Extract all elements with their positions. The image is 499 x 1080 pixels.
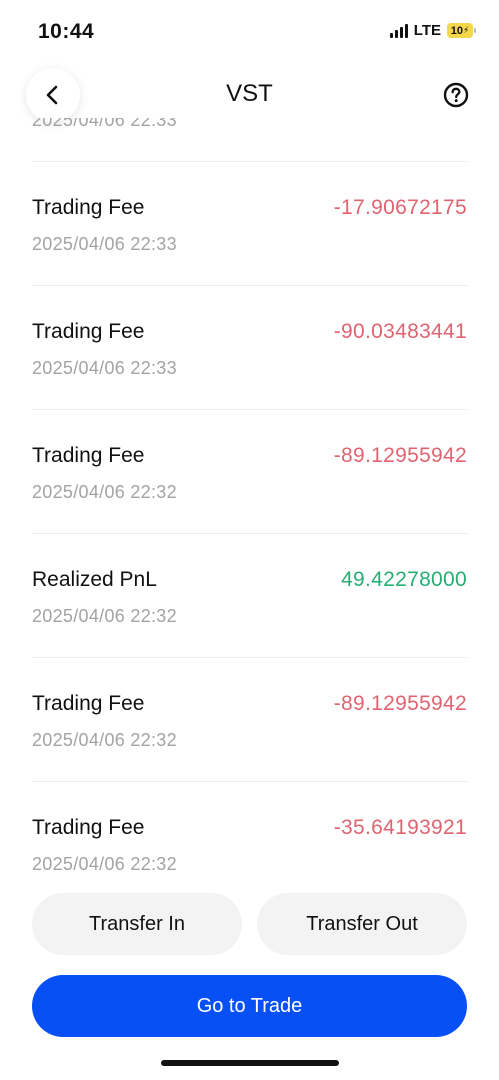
transfer-in-button[interactable]: Transfer In (32, 893, 242, 955)
cellular-signal-icon (389, 23, 408, 38)
record-type: Trading Fee (32, 444, 145, 467)
list-item: Trading Fee -89.12955942 2025/04/06 22:3… (32, 658, 467, 782)
record-time: 2025/04/06 22:32 (32, 606, 177, 626)
home-indicator[interactable] (161, 1060, 339, 1066)
record-amount: -90.03483441 (333, 320, 467, 343)
status-indicators: LTE 10 ⚡ (389, 22, 476, 39)
record-time: 2025/04/06 22:32 (32, 730, 177, 750)
record-type: Trading Fee (32, 320, 145, 343)
record-time: 2025/04/06 22:33 (32, 118, 177, 130)
list-item: Trading Fee -90.03483441 2025/04/06 22:3… (32, 286, 467, 410)
record-type: Trading Fee (32, 196, 145, 219)
go-to-trade-button[interactable]: Go to Trade (32, 975, 467, 1037)
network-label: LTE (413, 22, 441, 39)
record-type: Trading Fee (32, 692, 145, 715)
page-title: VST (226, 80, 273, 107)
transfer-actions: Transfer In Transfer Out (32, 893, 467, 955)
transfer-out-button[interactable]: Transfer Out (257, 893, 467, 955)
question-circle-icon[interactable] (443, 82, 469, 108)
screen: 10:44 LTE 10 ⚡ VST 2025/04/06 22:33 Trad… (0, 0, 499, 1080)
record-time: 2025/04/06 22:32 (32, 482, 177, 502)
battery-level: 10 (450, 24, 463, 37)
record-amount: -35.64193921 (333, 816, 467, 839)
list-item: Realized PnL 49.42278000 2025/04/06 22:3… (32, 534, 467, 658)
record-time: 2025/04/06 22:32 (32, 854, 177, 874)
list-item: 2025/04/06 22:33 (32, 118, 467, 162)
list-item: Trading Fee -89.12955942 2025/04/06 22:3… (32, 410, 467, 534)
transaction-list[interactable]: 2025/04/06 22:33 Trading Fee -17.9067217… (0, 118, 499, 876)
battery-icon: 10 ⚡ (447, 23, 476, 38)
record-amount: 49.42278000 (341, 568, 467, 591)
list-item: Trading Fee -17.90672175 2025/04/06 22:3… (32, 162, 467, 286)
list-item: Trading Fee -35.64193921 2025/04/06 22:3… (32, 782, 467, 876)
status-time: 10:44 (38, 20, 95, 43)
record-amount: -89.12955942 (333, 692, 467, 715)
record-amount: -89.12955942 (333, 444, 467, 467)
record-type: Trading Fee (32, 816, 145, 839)
record-time: 2025/04/06 22:33 (32, 234, 177, 254)
status-bar: 10:44 LTE 10 ⚡ (0, 0, 499, 62)
record-type: Realized PnL (32, 568, 157, 591)
record-time: 2025/04/06 22:33 (32, 358, 177, 378)
record-amount: -17.90672175 (333, 196, 467, 219)
